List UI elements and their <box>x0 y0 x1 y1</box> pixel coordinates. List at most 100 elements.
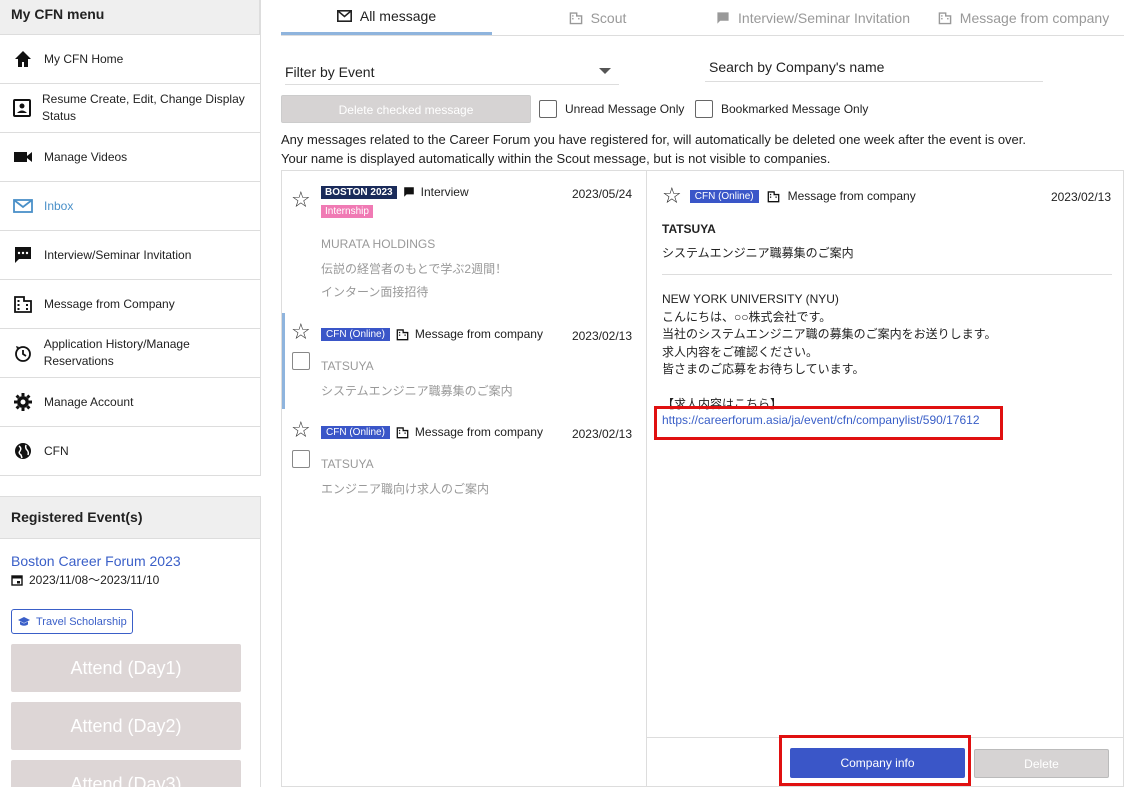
sidebar-item-manage-account[interactable]: Manage Account <box>0 378 260 427</box>
tab-all-message[interactable]: All message <box>281 0 492 35</box>
detail-footer: Company info Delete <box>647 735 1123 787</box>
chat-icon <box>716 11 730 25</box>
mail-icon <box>336 10 352 22</box>
travel-scholarship-label: Travel Scholarship <box>36 615 127 628</box>
message-tags: CFN (Online) Message from company <box>321 425 543 439</box>
sidebar-item-label: Inbox <box>44 198 74 213</box>
event-dates: 2023/11/08〜2023/11/10 <box>0 569 260 590</box>
message-list: ☆ BOSTON 2023 Interview Internship 2023/… <box>281 170 646 787</box>
list-item[interactable]: ☆ CFN (Online) Message from company 2023… <box>282 411 646 507</box>
sidebar-item-inbox[interactable]: Inbox <box>0 182 260 231</box>
company-search-input[interactable]: Search by Company's name <box>705 52 1043 82</box>
delete-button[interactable]: Delete <box>974 749 1109 778</box>
menu-title: My CFN menu <box>0 0 260 35</box>
attend-day3-button[interactable]: Attend (Day3) <box>11 760 241 787</box>
attend-day1-button[interactable]: Attend (Day1) <box>11 644 241 692</box>
star-icon[interactable]: ☆ <box>291 187 311 213</box>
detail-subject: システムエンジニア職募集のご案内 <box>662 246 854 260</box>
message-tabs: All message Scout Interview/Seminar Invi… <box>281 0 1124 36</box>
building-icon <box>12 293 34 315</box>
tab-scout[interactable]: Scout <box>492 0 703 35</box>
divider <box>662 274 1112 275</box>
body-line: 当社のシステムエンジニア職の募集のご案内をお送りします。 <box>662 327 997 341</box>
company-info-button[interactable]: Company info <box>790 748 965 778</box>
video-icon <box>12 146 34 168</box>
mail-icon <box>12 195 34 217</box>
sidebar-item-company-message[interactable]: Message from Company <box>0 280 260 329</box>
sidebar-item-home[interactable]: My CFN Home <box>0 35 260 84</box>
calendar-icon <box>11 574 23 586</box>
sidebar-item-label: Interview/Seminar Invitation <box>44 247 192 262</box>
detail-date: 2023/02/13 <box>1050 190 1111 204</box>
message-checkbox[interactable] <box>292 352 310 370</box>
list-item[interactable]: ☆ BOSTON 2023 Interview Internship 2023/… <box>282 171 646 311</box>
sidebar-item-cfn[interactable]: CFN <box>0 427 260 476</box>
tab-label: Interview/Seminar Invitation <box>738 9 910 26</box>
body-line: 皆さまのご応募をお待ちしています。 <box>662 362 865 376</box>
events-title: Registered Event(s) <box>0 497 260 539</box>
tab-message-from-company[interactable]: Message from company <box>923 0 1124 35</box>
chat-icon <box>12 244 34 266</box>
bookmarked-only-checkbox[interactable]: Bookmarked Message Only <box>695 100 868 118</box>
sidebar-item-label: Application History/Manage Reservations <box>43 337 190 368</box>
registered-events: Registered Event(s) Boston Career Forum … <box>0 496 261 787</box>
notice-line-2: Your name is displayed automatically wit… <box>281 151 831 166</box>
message-preview: エンジニア職向け求人のご案内 <box>321 482 490 496</box>
message-type: Interview <box>420 185 469 199</box>
message-detail: ☆ CFN (Online) Message from company 2023… <box>646 170 1124 787</box>
resume-icon <box>12 97 32 119</box>
filter-by-event-select[interactable]: Filter by Event <box>285 58 619 85</box>
message-checkbox[interactable] <box>292 450 310 468</box>
sidebar-item-videos[interactable]: Manage Videos <box>0 133 260 182</box>
building-icon <box>938 11 952 25</box>
checkbox-box[interactable] <box>695 100 713 118</box>
message-type: Message from company <box>414 425 543 439</box>
job-link[interactable]: https://careerforum.asia/ja/event/cfn/co… <box>662 413 980 427</box>
building-icon <box>396 328 409 341</box>
sidebar-item-resume[interactable]: Resume Create, Edit, Change Display Stat… <box>0 84 260 133</box>
event-name-link[interactable]: Boston Career Forum 2023 <box>0 539 260 569</box>
delete-checked-button[interactable]: Delete checked message <box>281 95 531 123</box>
sidebar-item-label: CFN <box>44 443 69 458</box>
event-badge: CFN (Online) <box>321 425 390 439</box>
star-icon[interactable]: ☆ <box>662 185 682 207</box>
tab-interview-invitation[interactable]: Interview/Seminar Invitation <box>703 0 923 35</box>
unread-only-label: Unread Message Only <box>565 102 685 116</box>
checkbox-box[interactable] <box>539 100 557 118</box>
sidebar-item-interview[interactable]: Interview/Seminar Invitation <box>0 231 260 280</box>
event-badge: CFN (Online) <box>689 189 759 203</box>
tab-label: All message <box>359 8 437 24</box>
notice-text: Any messages related to the Career Forum… <box>281 130 1026 168</box>
message-date: 2023/02/13 <box>571 329 632 343</box>
event-badge: BOSTON 2023 <box>321 185 397 199</box>
message-type: Message from company <box>414 327 543 341</box>
message-preview: 伝説の経営者のもとで学ぶ2週間！ <box>321 262 508 276</box>
building-icon <box>396 426 409 439</box>
unread-only-checkbox[interactable]: Unread Message Only <box>539 100 684 118</box>
detail-body: NEW YORK UNIVERSITY (NYU) こんにちは、○○株式会社です… <box>662 291 996 414</box>
bookmarked-only-label: Bookmarked Message Only <box>721 102 869 116</box>
star-icon[interactable]: ☆ <box>291 319 311 345</box>
sidebar-item-label: My CFN Home <box>44 51 124 66</box>
message-preview: システムエンジニア職募集のご案内 <box>321 384 513 398</box>
main-content: All message Scout Interview/Seminar Invi… <box>281 0 1124 787</box>
travel-scholarship-button[interactable]: Travel Scholarship <box>11 609 133 634</box>
menu-box: My CFN menu My CFN Home Resume Create, E… <box>0 0 261 476</box>
attend-day2-button[interactable]: Attend (Day2) <box>11 702 241 750</box>
detail-header: ☆ CFN (Online) Message from company <box>662 185 916 207</box>
chevron-down-icon <box>599 68 611 74</box>
message-preview-2: インターン面接招待 <box>321 285 429 299</box>
building-icon <box>569 11 583 25</box>
star-icon[interactable]: ☆ <box>291 417 311 443</box>
home-icon <box>12 48 34 70</box>
message-sender: MURATA HOLDINGS <box>321 237 436 251</box>
body-line: こんにちは、○○株式会社です。 <box>662 309 832 324</box>
tab-label: Message from company <box>959 9 1110 26</box>
sidebar-item-application-history[interactable]: Application History/Manage Reservations <box>0 329 260 378</box>
body-line: 求人内容をご確認ください。 <box>662 344 819 359</box>
list-item-selected[interactable]: ☆ CFN (Online) Message from company 2023… <box>282 313 646 409</box>
chat-icon <box>403 186 415 198</box>
sidebar: My CFN menu My CFN Home Resume Create, E… <box>0 0 261 787</box>
graduation-cap-icon <box>17 616 31 628</box>
sidebar-item-label: Manage Videos <box>44 149 128 164</box>
